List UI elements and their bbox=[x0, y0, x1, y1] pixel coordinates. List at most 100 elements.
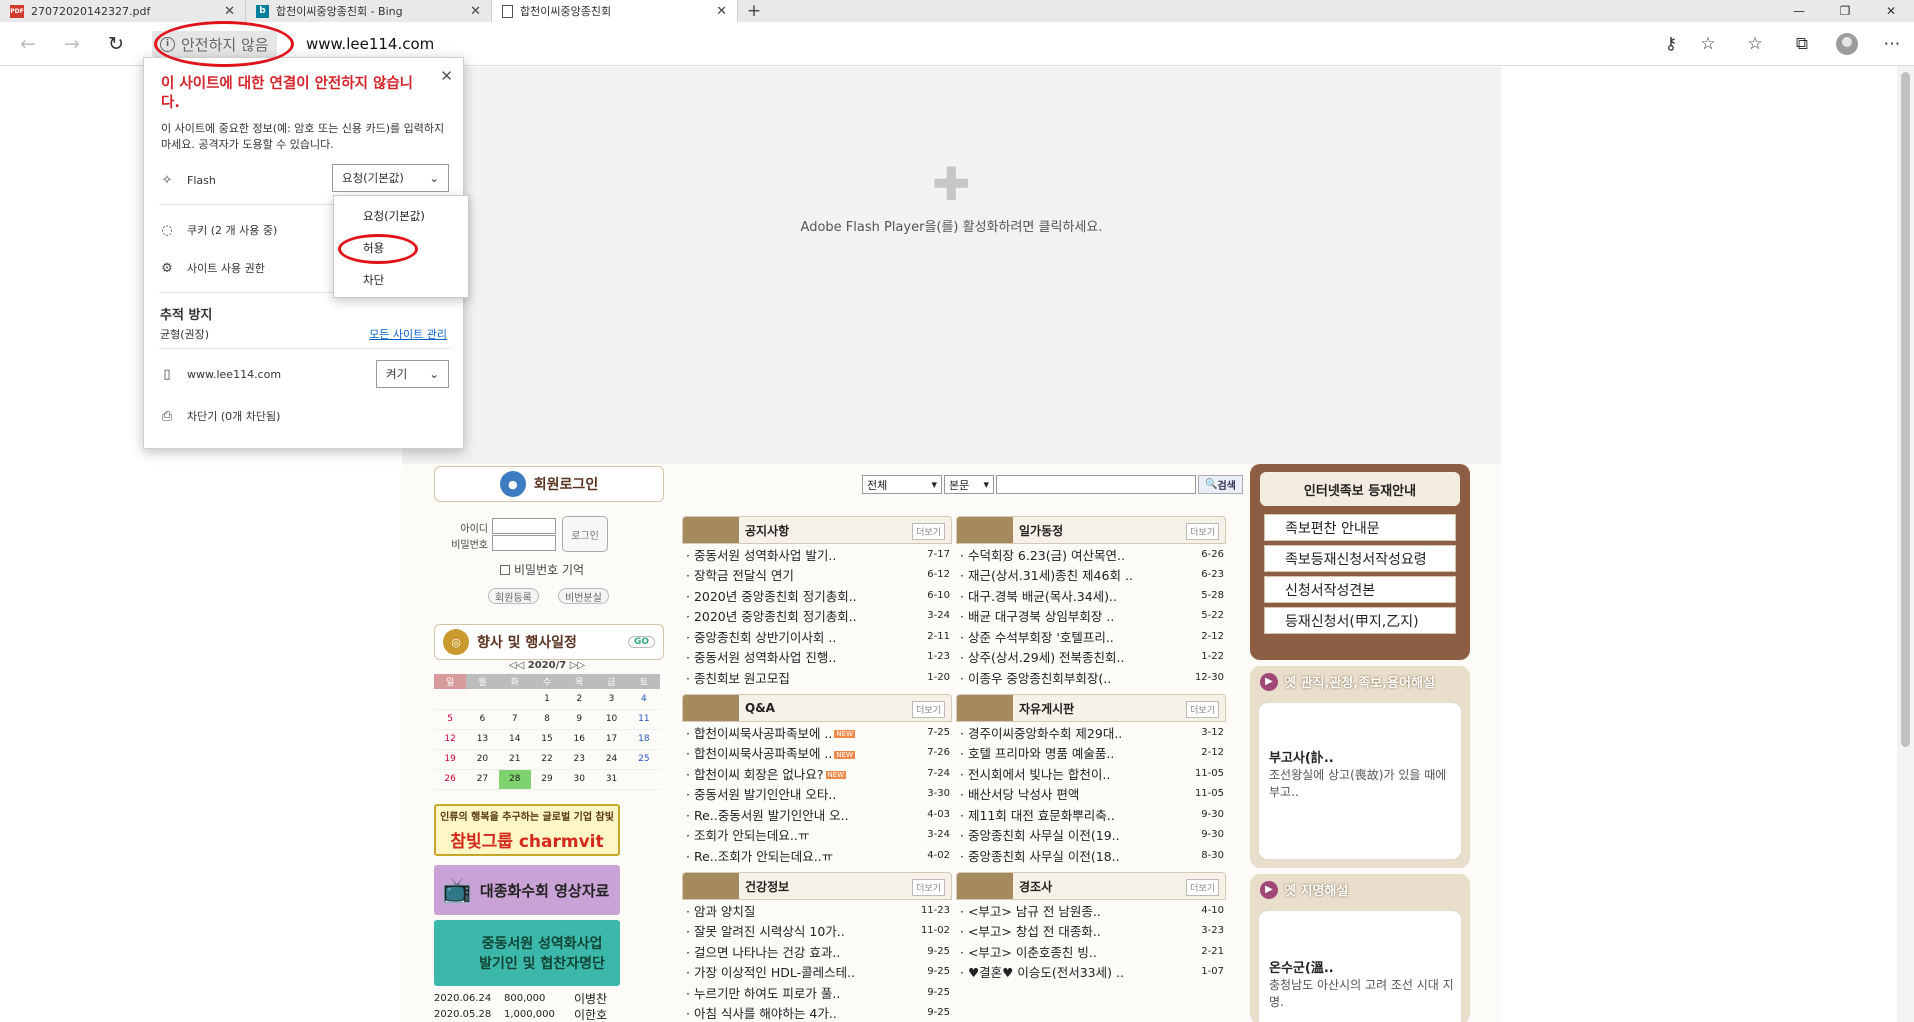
calendar-day[interactable]: 10 bbox=[595, 709, 628, 730]
site-permissions-row[interactable]: ⚙ 사이트 사용 권한 bbox=[159, 260, 265, 276]
list-item[interactable]: · 2020년 중앙종친회 정기총회.. 6-10 bbox=[682, 585, 952, 606]
calendar-day[interactable]: 25 bbox=[627, 749, 660, 770]
calendar-day[interactable]: 13 bbox=[466, 729, 499, 750]
scroll-thumb[interactable] bbox=[1901, 72, 1910, 747]
calendar-day[interactable]: 23 bbox=[563, 749, 596, 770]
flash-permission-select[interactable]: 요청(기본값) ⌄ bbox=[332, 164, 449, 192]
address-bar-url[interactable]: www.lee114.com bbox=[306, 35, 434, 53]
collections-icon[interactable]: ⧉ bbox=[1790, 32, 1814, 56]
close-icon[interactable]: ✕ bbox=[440, 67, 453, 85]
list-item[interactable]: · 이종우 중앙종친회부회장(.. 12-30 bbox=[956, 667, 1226, 688]
find-password-button[interactable]: 비번분실 bbox=[558, 588, 609, 604]
cookies-row[interactable]: ◌ 쿠키 (2 개 사용 중) bbox=[159, 222, 277, 238]
calendar-day[interactable]: 12 bbox=[434, 729, 467, 750]
calendar-day[interactable]: 19 bbox=[434, 749, 467, 770]
list-item[interactable]: · 재근(상서.31세)종친 제46회 .. 6-23 bbox=[956, 565, 1226, 586]
list-item[interactable]: · 중동서원 성역화사업 진행.. 1-23 bbox=[682, 647, 952, 668]
genealogy-link[interactable]: 신청서작성견본 bbox=[1264, 576, 1456, 603]
back-arrow-icon[interactable]: ← bbox=[14, 30, 42, 58]
list-item[interactable]: · 배균 대구경북 상임부회장 .. 5-22 bbox=[956, 606, 1226, 627]
favorites-icon[interactable]: ☆ bbox=[1743, 32, 1767, 56]
calendar-day[interactable]: 16 bbox=[563, 729, 596, 750]
calendar-day[interactable]: 24 bbox=[595, 749, 628, 770]
calendar-day[interactable]: 5 bbox=[434, 709, 467, 730]
list-item[interactable]: · 수덕회장 6.23(금) 여산목연.. 6-26 bbox=[956, 544, 1226, 565]
calendar-day[interactable]: 27 bbox=[466, 769, 499, 790]
calendar-day[interactable]: 3 bbox=[595, 689, 628, 710]
calendar-day[interactable]: 18 bbox=[627, 729, 660, 750]
genealogy-link[interactable]: 등재신청서(甲지,乙지) bbox=[1264, 607, 1456, 634]
list-item[interactable]: · 걸으면 나타나는 건강 효과.. 9-25 bbox=[682, 941, 952, 962]
list-item[interactable]: · 대구.경북 배균(목사.34세).. 5-28 bbox=[956, 585, 1226, 606]
tab-lee114[interactable]: 합천이씨중앙종친회 ✕ bbox=[492, 0, 738, 22]
list-item[interactable]: · 배산서당 낙성사 편액 11-05 bbox=[956, 784, 1226, 805]
search-input[interactable] bbox=[996, 475, 1196, 494]
calendar-day[interactable]: 30 bbox=[563, 769, 596, 790]
list-item[interactable]: · 아침 식사를 해야하는 4가.. 9-25 bbox=[682, 1003, 952, 1022]
prev-year-icon[interactable]: ◁◁ bbox=[509, 660, 524, 671]
list-item[interactable]: · 잘못 알려진 시력상식 10가.. 11-02 bbox=[682, 921, 952, 942]
terms-card[interactable]: 부고사(訃.. 조선왕실에 상고(喪故)가 있을 때에 부고.. bbox=[1258, 702, 1462, 860]
calendar-day[interactable]: 11 bbox=[627, 709, 660, 730]
login-button[interactable]: 로그인 bbox=[562, 516, 608, 552]
place-card[interactable]: 온수군(溫.. 충청남도 아산시의 고려 조선 시대 지명. bbox=[1258, 910, 1462, 1022]
id-input[interactable] bbox=[492, 518, 556, 534]
manage-all-sites-link[interactable]: 모든 사이트 관리 bbox=[369, 326, 447, 342]
calendar-day[interactable]: 6 bbox=[466, 709, 499, 730]
list-item[interactable]: · 전시회에서 빛나는 합천이.. 11-05 bbox=[956, 763, 1226, 784]
minimize-icon[interactable]: — bbox=[1776, 0, 1822, 22]
list-item[interactable]: · 암과 양치질 11-23 bbox=[682, 900, 952, 921]
more-button[interactable]: 더보기 bbox=[912, 701, 945, 718]
calendar-day[interactable]: 14 bbox=[498, 729, 531, 750]
remember-checkbox[interactable]: 비밀번호 기억 bbox=[500, 561, 584, 578]
calendar-day[interactable]: 26 bbox=[434, 769, 467, 790]
more-button[interactable]: 더보기 bbox=[1186, 523, 1219, 540]
flash-placeholder[interactable]: ✚ Adobe Flash Player을(를) 활성화하려면 클릭하세요. bbox=[402, 67, 1501, 464]
dropdown-option-ask[interactable]: 요청(기본값) bbox=[363, 208, 425, 224]
search-button[interactable]: 🔍 검색 bbox=[1198, 475, 1243, 494]
genealogy-link[interactable]: 족보등재신청서작성요령 bbox=[1264, 545, 1456, 572]
list-item[interactable]: · 조회가 안되는데요..ㅠ 3-24 bbox=[682, 825, 952, 846]
list-item[interactable]: · 중앙종친회 사무실 이전(18.. 8-30 bbox=[956, 845, 1226, 866]
more-menu-icon[interactable]: ⋯ bbox=[1880, 32, 1904, 56]
events-go-button[interactable]: GO bbox=[627, 636, 655, 648]
page-scrollbar[interactable] bbox=[1897, 66, 1914, 1022]
close-tab-icon[interactable]: ✕ bbox=[470, 4, 481, 19]
list-item[interactable]: · 경주이씨중앙화수회 제29대.. 3-12 bbox=[956, 722, 1226, 743]
favorite-star-icon[interactable]: ☆ bbox=[1696, 32, 1720, 56]
calendar-day[interactable]: 1 bbox=[530, 689, 564, 710]
list-item[interactable]: · <부고> 남규 전 남원종.. 4-10 bbox=[956, 900, 1226, 921]
dropdown-option-block[interactable]: 차단 bbox=[363, 272, 384, 288]
calendar-day[interactable]: 4 bbox=[627, 689, 660, 710]
close-tab-icon[interactable]: ✕ bbox=[224, 4, 235, 19]
list-item[interactable]: · 중동서원 발기인안내 오타.. 3-30 bbox=[682, 784, 952, 805]
list-item[interactable]: · 종친회보 원고모집 1-20 bbox=[682, 667, 952, 688]
list-item[interactable]: · 중앙종친회 사무실 이전(19.. 9-30 bbox=[956, 825, 1226, 846]
video-banner[interactable]: 📺 대종화수회 영상자료 bbox=[434, 865, 620, 915]
pw-input[interactable] bbox=[492, 535, 556, 551]
calendar-day[interactable]: 9 bbox=[563, 709, 596, 730]
calendar-day[interactable]: 17 bbox=[595, 729, 628, 750]
calendar-day[interactable]: 8 bbox=[530, 709, 564, 730]
refresh-icon[interactable]: ↻ bbox=[102, 30, 130, 58]
profile-avatar[interactable] bbox=[1835, 32, 1859, 56]
search-scope-select[interactable]: 전체 ▾ bbox=[862, 475, 942, 494]
calendar-day[interactable]: 15 bbox=[530, 729, 564, 750]
list-item[interactable]: · 합천이씨묵사공파족보에 .. NEW 7-25 bbox=[682, 722, 952, 743]
calendar-day[interactable]: 21 bbox=[498, 749, 531, 770]
calendar-day[interactable]: 20 bbox=[466, 749, 499, 770]
list-item[interactable]: · 호텔 프리마와 명품 예술품.. 2-12 bbox=[956, 743, 1226, 764]
key-icon[interactable]: ⚷ bbox=[1659, 32, 1683, 56]
more-button[interactable]: 더보기 bbox=[912, 523, 945, 540]
restore-icon[interactable]: ❐ bbox=[1822, 0, 1868, 22]
list-item[interactable]: · 누르기만 하여도 피로가 풀.. 9-25 bbox=[682, 982, 952, 1003]
more-button[interactable]: 더보기 bbox=[1186, 879, 1219, 896]
donation-banner[interactable]: 중동서원 성역화사업 발기인 및 협찬자명단 bbox=[434, 920, 620, 986]
list-item[interactable]: · 상주(상서.29세) 전북종친회.. 1-22 bbox=[956, 647, 1226, 668]
more-button[interactable]: 더보기 bbox=[1186, 701, 1219, 718]
list-item[interactable]: · 중동서원 성역화사업 발기.. 7-17 bbox=[682, 544, 952, 565]
calendar-day[interactable]: 29 bbox=[530, 769, 564, 790]
calendar-day[interactable]: 2 bbox=[563, 689, 596, 710]
list-item[interactable]: · 2020년 중앙종친회 정기총회.. 3-24 bbox=[682, 606, 952, 627]
list-item[interactable]: · Re..조회가 안되는데요..ㅠ 4-02 bbox=[682, 845, 952, 866]
